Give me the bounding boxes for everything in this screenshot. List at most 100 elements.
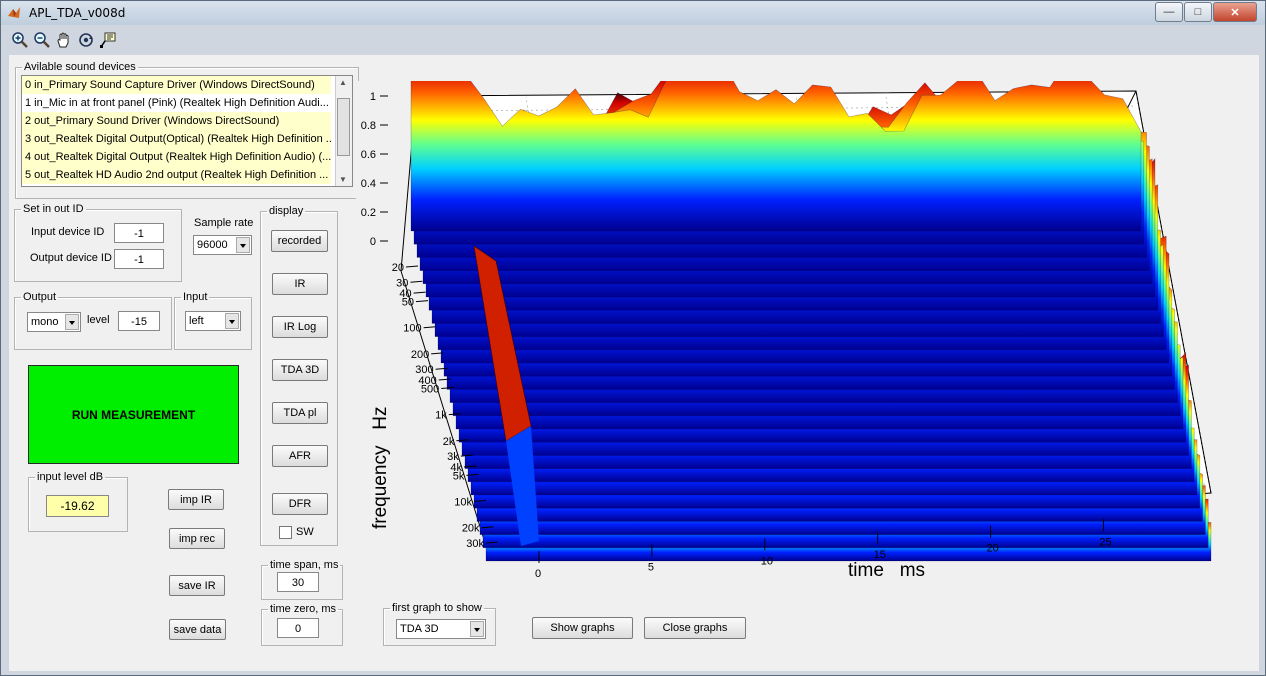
input-channel-value: left <box>189 315 204 327</box>
chevron-down-icon[interactable] <box>236 237 250 253</box>
time-zero-field[interactable]: 0 <box>277 618 319 638</box>
chevron-down-icon[interactable] <box>470 621 484 637</box>
figure-toolbar <box>9 29 119 53</box>
matlab-logo-icon <box>8 7 20 18</box>
io-id-legend: Set in out ID <box>23 203 84 215</box>
x-tick-label: 25 <box>1099 536 1111 548</box>
time-span-field[interactable]: 30 <box>277 572 319 592</box>
y-tick-label: 30k <box>466 538 484 550</box>
x-axis-label: time ms <box>848 560 925 581</box>
tda-3d-plot[interactable]: 0510152025 203040501002003004005001k2k3k… <box>356 81 1236 586</box>
data-cursor-button[interactable] <box>97 29 119 51</box>
z-tick-label: 1 <box>370 91 376 103</box>
devices-scrollbar[interactable]: ▲ ▼ <box>335 76 352 186</box>
sw-checkbox[interactable] <box>279 526 292 539</box>
y-tick-label: 20k <box>462 523 480 535</box>
list-item[interactable]: 2 out_Primary Sound Driver (Windows Dire… <box>22 112 331 130</box>
dfr-button[interactable]: DFR <box>272 493 328 515</box>
list-item[interactable]: 4 out_Realtek Digital Output (Realtek Hi… <box>22 148 331 166</box>
z-tick-label: 0.2 <box>361 207 376 219</box>
chevron-down-icon[interactable] <box>65 314 79 330</box>
recorded-button[interactable]: recorded <box>271 230 328 252</box>
title-bar: APL_TDA_v008d — □ ✕ <box>1 1 1265 25</box>
input-channel-select[interactable]: left <box>185 311 241 331</box>
tda-pl-button[interactable]: TDA pl <box>272 402 328 424</box>
rotate-3d-button[interactable] <box>75 29 97 51</box>
scroll-down-icon[interactable]: ▼ <box>339 175 347 184</box>
display-legend: display <box>269 205 304 217</box>
maximize-button[interactable]: □ <box>1184 2 1212 22</box>
maximize-icon: □ <box>1194 6 1202 18</box>
y-tick-label: 10k <box>454 497 472 509</box>
show-graphs-button[interactable]: Show graphs <box>532 617 633 639</box>
close-graphs-button[interactable]: Close graphs <box>644 617 746 639</box>
output-mode-select[interactable]: mono <box>27 312 81 332</box>
pan-hand-icon <box>57 32 69 48</box>
y-tick-label: 20 <box>392 262 404 274</box>
sample-rate-select[interactable]: 96000 <box>193 235 252 255</box>
y-tick-label: 2k <box>443 436 455 448</box>
scroll-up-icon[interactable]: ▲ <box>339 78 347 87</box>
y-tick-mark <box>413 291 426 294</box>
y-tick-label: 50 <box>402 297 414 309</box>
run-measurement-button[interactable]: RUN MEASUREMENT <box>28 365 239 464</box>
sample-rate-value: 96000 <box>197 239 228 251</box>
minimize-icon: — <box>1163 6 1175 18</box>
sw-label: SW <box>296 526 314 538</box>
z-tick-labels: 0 0.2 0.4 0.6 0.8 1 <box>361 91 388 248</box>
imp-ir-button[interactable]: imp IR <box>168 489 224 510</box>
save-ir-button[interactable]: save IR <box>169 575 225 596</box>
ir-button[interactable]: IR <box>272 273 328 295</box>
zoom-out-icon <box>34 32 50 48</box>
zoom-in-icon <box>12 32 28 48</box>
devices-listbox[interactable]: 0 in_Primary Sound Capture Driver (Windo… <box>21 75 353 187</box>
x-tick-label: 0 <box>535 568 541 580</box>
ir-log-button[interactable]: IR Log <box>272 316 328 338</box>
rotate-3d-icon <box>79 33 93 47</box>
save-data-button[interactable]: save data <box>169 619 226 640</box>
x-tick-label: 20 <box>987 543 999 555</box>
close-button[interactable]: ✕ <box>1213 2 1257 22</box>
input-id-label: Input device ID <box>31 226 105 238</box>
pan-button[interactable] <box>53 29 75 51</box>
scroll-thumb[interactable] <box>337 98 350 156</box>
close-icon: ✕ <box>1230 6 1240 19</box>
chevron-down-icon[interactable] <box>225 313 239 329</box>
y-tick-label: 200 <box>411 349 429 361</box>
output-id-field[interactable]: -1 <box>114 249 164 269</box>
x-tick-label: 10 <box>761 555 773 567</box>
input-legend: Input <box>183 291 208 303</box>
list-item[interactable]: 5 out_Realtek HD Audio 2nd output (Realt… <box>22 166 331 184</box>
y-tick-mark <box>415 300 429 303</box>
level-field[interactable]: -15 <box>118 311 160 331</box>
zoom-in-button[interactable] <box>9 29 31 51</box>
surface-plot <box>410 81 1212 562</box>
app-window: APL_TDA_v008d — □ ✕ Avilable sound devic… <box>0 0 1266 676</box>
time-zero-legend: time zero, ms <box>270 603 337 615</box>
y-tick-mark <box>405 265 419 268</box>
z-tick-label: 0.6 <box>361 149 376 161</box>
tda-3d-button[interactable]: TDA 3D <box>272 359 328 381</box>
y-tick-label: 100 <box>403 323 421 335</box>
first-graph-value: TDA 3D <box>400 623 439 635</box>
time-span-legend: time span, ms <box>270 559 339 571</box>
window-title: APL_TDA_v008d <box>29 6 126 20</box>
list-item[interactable]: 1 in_Mic in at front panel (Pink) (Realt… <box>22 94 331 112</box>
y-tick-mark <box>423 326 436 329</box>
z-tick-label: 0.4 <box>361 178 376 190</box>
y-tick-label: 5k <box>453 470 465 482</box>
output-id-label: Output device ID <box>30 252 112 264</box>
y-tick-label: 1k <box>435 410 447 422</box>
afr-button[interactable]: AFR <box>272 445 328 467</box>
input-id-field[interactable]: -1 <box>114 223 164 243</box>
zoom-out-button[interactable] <box>31 29 53 51</box>
imp-rec-button[interactable]: imp rec <box>169 528 225 549</box>
z-tick-label: 0.8 <box>361 120 376 132</box>
sample-rate-label: Sample rate <box>194 217 254 229</box>
list-item[interactable]: 3 out_Realtek Digital Output(Optical) (R… <box>22 130 331 148</box>
minimize-button[interactable]: — <box>1155 2 1183 22</box>
data-cursor-icon <box>100 32 116 48</box>
list-item[interactable]: 0 in_Primary Sound Capture Driver (Windo… <box>22 76 331 94</box>
first-graph-select[interactable]: TDA 3D <box>396 619 486 639</box>
devices-legend: Avilable sound devices <box>24 61 136 73</box>
